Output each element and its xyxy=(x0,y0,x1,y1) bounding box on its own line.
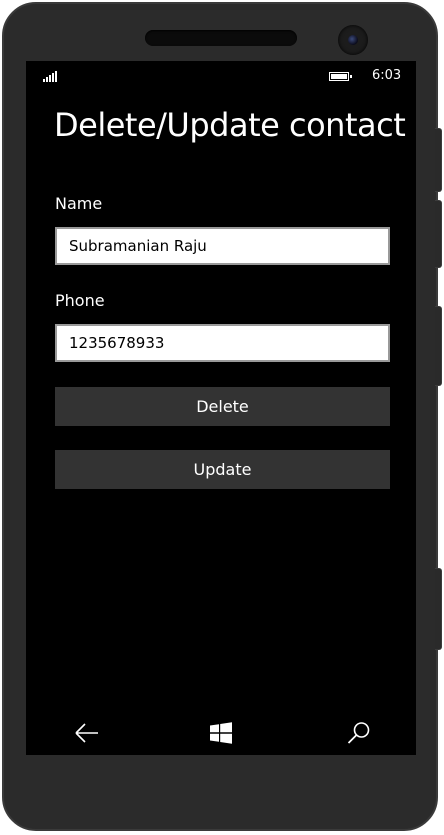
phone-input[interactable] xyxy=(55,324,390,362)
phone-label: Phone xyxy=(55,291,105,310)
power-button xyxy=(435,306,442,386)
camera-shutter-button xyxy=(435,568,442,650)
delete-button[interactable]: Delete xyxy=(55,387,390,426)
battery-icon xyxy=(329,72,352,81)
status-bar: 6:03 xyxy=(26,61,416,91)
name-input[interactable] xyxy=(55,227,390,265)
page-title: Delete/Update contact xyxy=(54,106,406,144)
volume-down-button xyxy=(435,200,442,268)
screen: 6:03 Delete/Update contact Name Phone De… xyxy=(26,61,416,755)
volume-up-button xyxy=(435,128,442,192)
update-button[interactable]: Update xyxy=(55,450,390,489)
status-time: 6:03 xyxy=(372,68,402,83)
signal-strength-icon xyxy=(43,71,57,82)
search-icon[interactable] xyxy=(345,719,373,747)
name-label: Name xyxy=(55,194,103,213)
windows-logo-icon[interactable] xyxy=(207,719,235,747)
earpiece-speaker xyxy=(145,30,297,46)
back-arrow-icon[interactable] xyxy=(73,719,101,747)
front-camera xyxy=(338,25,368,55)
navigation-bar xyxy=(26,711,416,755)
phone-frame: 6:03 Delete/Update contact Name Phone De… xyxy=(2,2,442,831)
